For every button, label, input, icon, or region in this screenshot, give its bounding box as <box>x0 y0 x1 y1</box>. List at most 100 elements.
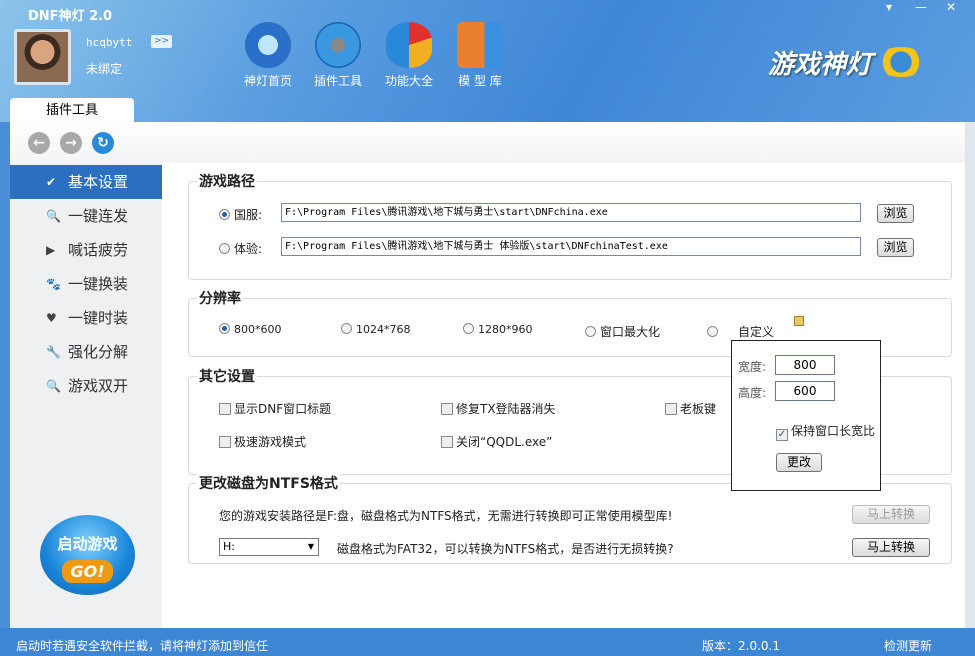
nav-plugins[interactable]: 插件工具 <box>308 22 368 89</box>
forward-icon[interactable]: → <box>60 132 82 154</box>
checkbox-icon <box>441 403 453 415</box>
convert-button[interactable]: 马上转换 <box>852 538 930 557</box>
sidebar-item-shout[interactable]: ▶ 喊话疲劳 <box>10 233 162 267</box>
checkbox-fix-tx[interactable]: 修复TX登陆器消失 <box>441 400 556 417</box>
paw-icon: 🐾 <box>46 277 61 291</box>
tab-plugins[interactable]: 插件工具 <box>10 98 134 124</box>
sidebar-item-fashion[interactable]: ♥ 一键时装 <box>10 301 162 335</box>
status-bar: 启动时若遇安全软件拦截，请将神灯添加到信任 版本：2.0.0.1 检测更新 <box>0 628 975 656</box>
gear-icon <box>315 22 361 68</box>
checkbox-label: 老板键 <box>680 402 717 416</box>
checkbox-label: 保持窗口长宽比 <box>791 424 876 438</box>
radio-label: 自定义 <box>738 325 775 339</box>
radio-1280x960[interactable]: 1280*960 <box>463 323 533 336</box>
radio-cn-server[interactable]: 国服: <box>219 206 262 223</box>
checkbox-label: 极速游戏模式 <box>234 435 307 449</box>
radio-icon <box>219 209 230 220</box>
sidebar-item-label: 喊话疲劳 <box>68 241 129 259</box>
close-button[interactable]: ✕ <box>940 0 962 14</box>
start-game-button[interactable]: 启动游戏 GO! <box>40 515 135 595</box>
checkbox-fast-mode[interactable]: 极速游戏模式 <box>219 433 306 450</box>
sidebar-item-multi-open[interactable]: 🔍 游戏双开 <box>10 369 162 403</box>
radio-custom[interactable]: 自定义 <box>707 323 774 340</box>
nav-models[interactable]: 模 型 库 <box>450 22 510 89</box>
checkbox-icon <box>219 403 231 415</box>
checkbox-close-qqdl[interactable]: 关闭“QQDL.exe” <box>441 433 552 450</box>
window-title: DNF神灯 2.0 <box>28 9 113 24</box>
sidebar-item-label: 一键连发 <box>68 207 129 225</box>
model-icon <box>457 22 503 68</box>
more-button[interactable]: >> <box>151 35 172 48</box>
checkbox-show-title[interactable]: 显示DNF窗口标题 <box>219 400 331 417</box>
minimize-button[interactable]: — <box>910 0 932 14</box>
sidebar-item-equip-swap[interactable]: 🐾 一键换装 <box>10 267 162 301</box>
pie-icon <box>386 22 432 68</box>
radio-maximize[interactable]: 窗口最大化 <box>585 323 660 340</box>
nav-features[interactable]: 功能大全 <box>379 22 439 89</box>
play-icon: ▶ <box>46 243 56 257</box>
bind-status[interactable]: 未绑定 <box>86 60 122 77</box>
sidebar-item-label: 一键换装 <box>68 275 129 293</box>
lamp-icon <box>875 47 927 77</box>
game-path-group: 游戏路径 国服: F:\Program Files\腾讯游戏\地下城与勇士\st… <box>188 171 952 280</box>
sidebar-item-label: 强化分解 <box>68 343 129 361</box>
wrench-icon: 🔧 <box>46 345 61 359</box>
menu-button[interactable]: ▾ <box>878 0 900 14</box>
browse-cn-button[interactable]: 浏览 <box>877 204 914 223</box>
go-label: GO! <box>62 560 113 583</box>
sidebar-item-rapid-fire[interactable]: 🔍 一键连发 <box>10 199 162 233</box>
check-icon: ✔ <box>46 175 57 189</box>
height-label: 高度: <box>738 386 767 400</box>
test-path-input[interactable]: F:\Program Files\腾讯游戏\地下城与勇士 体验版\start\D… <box>281 237 861 256</box>
checkbox-icon <box>219 436 231 448</box>
radio-icon <box>707 326 718 337</box>
window-edge <box>965 122 975 628</box>
nav-label: 模 型 库 <box>458 74 502 88</box>
checkbox-label: 修复TX登陆器消失 <box>456 402 556 416</box>
keep-ratio-checkbox[interactable]: ✓ 保持窗口长宽比 <box>776 422 875 441</box>
nav-home[interactable]: 神灯首页 <box>238 22 298 89</box>
radio-test-server[interactable]: 体验: <box>219 240 262 257</box>
sidebar-item-enhance[interactable]: 🔧 强化分解 <box>10 335 162 369</box>
star-icon <box>245 22 291 68</box>
checkbox-icon <box>441 436 453 448</box>
cn-path-input[interactable]: F:\Program Files\腾讯游戏\地下城与勇士\start\DNFch… <box>281 203 861 222</box>
apply-button[interactable]: 更改 <box>776 453 822 472</box>
radio-icon <box>585 326 596 337</box>
width-input[interactable]: 800 <box>775 355 835 375</box>
header: DNF神灯 2.0 ▾ — ✕ hcqbytt 未绑定 >> 神灯首页 插件工具… <box>0 0 975 122</box>
edit-note-icon[interactable] <box>794 316 804 326</box>
radio-icon <box>463 323 474 334</box>
radio-icon <box>341 323 352 334</box>
drive-select[interactable]: H: <box>219 538 319 556</box>
group-title: 其它设置 <box>197 366 257 386</box>
radio-label: 800*600 <box>234 323 282 336</box>
browse-test-button[interactable]: 浏览 <box>877 238 914 257</box>
sidebar-item-basic[interactable]: ✔ 基本设置 <box>10 165 162 199</box>
checkbox-icon: ✓ <box>776 429 788 441</box>
ntfs-group: 更改磁盘为NTFS格式 您的游戏安装路径是F:盘，磁盘格式为NTFS格式，无需进… <box>188 473 952 564</box>
group-title: 更改磁盘为NTFS格式 <box>197 473 340 493</box>
radio-label: 1024*768 <box>356 323 411 336</box>
radio-label: 国服: <box>234 208 263 222</box>
sidebar-item-label: 一键时装 <box>68 309 129 327</box>
refresh-icon[interactable]: ↻ <box>92 132 114 154</box>
radio-label: 1280*960 <box>478 323 533 336</box>
convert-button-disabled[interactable]: 马上转换 <box>852 505 930 524</box>
radio-800x600[interactable]: 800*600 <box>219 323 282 336</box>
radio-label: 体验: <box>234 242 263 256</box>
search-icon: 🔍 <box>46 209 61 223</box>
nav-label: 插件工具 <box>313 74 362 88</box>
check-update-link[interactable]: 检测更新 <box>884 637 932 654</box>
sidebar-item-label: 基本设置 <box>68 173 129 191</box>
back-icon[interactable]: ← <box>28 132 50 154</box>
version-label: 版本：2.0.0.1 <box>702 639 780 653</box>
checkbox-boss-key[interactable]: 老板键 <box>665 400 716 417</box>
height-input[interactable]: 600 <box>775 381 835 401</box>
toolbar: ← → ↻ <box>10 122 965 163</box>
radio-1024x768[interactable]: 1024*768 <box>341 323 411 336</box>
radio-label: 窗口最大化 <box>600 325 661 339</box>
ntfs-message-1: 您的游戏安装路径是F:盘，磁盘格式为NTFS格式，无需进行转换即可正常使用模型库… <box>219 509 673 523</box>
avatar[interactable] <box>14 29 71 85</box>
sidebar-item-label: 游戏双开 <box>68 377 129 395</box>
